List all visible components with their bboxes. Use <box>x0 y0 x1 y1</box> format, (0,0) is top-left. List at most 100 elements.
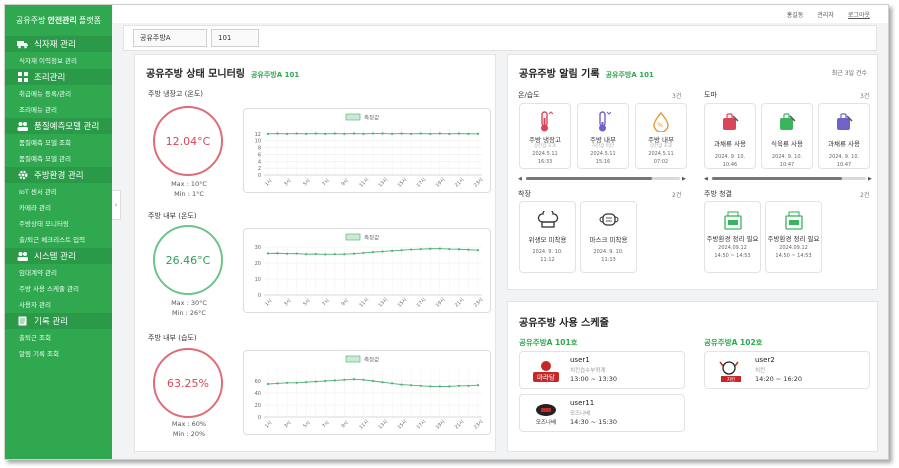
trash-bin-icon <box>721 208 745 232</box>
thermometer-low-icon <box>591 110 615 134</box>
chevron-right-icon: › <box>114 201 118 209</box>
sidebar-item-checklist[interactable]: 출/퇴근 체크리스트 입력 <box>5 231 112 247</box>
data-point <box>467 384 470 387</box>
x-tick-label: 7시 <box>321 298 331 308</box>
data-point <box>476 249 480 252</box>
alerts-card: 공유주방 알림 기록 공유주방A 101 최근 3일 건수 온/습도 3건 주방… <box>507 54 878 290</box>
x-tick-label: 15시 <box>396 297 408 309</box>
legend-swatch <box>345 355 361 363</box>
horizontal-scrollbar[interactable] <box>712 177 866 180</box>
data-point <box>305 132 308 135</box>
data-point <box>362 132 365 135</box>
data-point <box>381 132 384 135</box>
top-bar: 홍길동 관리자 로그아웃 <box>113 5 888 23</box>
x-tick-label: 15시 <box>396 177 408 189</box>
data-point <box>410 132 413 135</box>
data-point <box>371 379 375 383</box>
data-point <box>362 251 365 255</box>
restaurant-logo: 마라탕 <box>532 357 560 385</box>
alert-item[interactable]: 과채류 사용 2024. 9. 10. 10:46 <box>704 103 756 169</box>
data-point <box>276 132 279 135</box>
kitchen-select[interactable]: 공유주방A <box>133 29 207 47</box>
data-point <box>438 247 441 250</box>
scroll-right-icon[interactable]: ▶ <box>682 176 686 182</box>
brand-title: 공유주방 안전관리 플랫폼 <box>16 15 101 25</box>
menu-group-environment[interactable]: 주방환경 관리 <box>5 167 112 183</box>
sidebar-item-model-view[interactable]: 품질예측 모델 조회 <box>5 134 112 150</box>
room-title: 공유주방A 102호 <box>704 338 763 347</box>
data-point <box>476 132 480 135</box>
room-select[interactable]: 101 <box>211 29 259 47</box>
menu-group-records[interactable]: 기록 관리 <box>5 313 112 329</box>
x-tick-label: 7시 <box>321 420 331 430</box>
sidebar-item-users[interactable]: 사용자 관리 <box>5 296 112 312</box>
schedule-item[interactable]: 마라탕 user1 치킨습수부퀴계 13:00 ~ 13:30 <box>519 351 685 389</box>
monitor-subtitle: 공유주방A 101 <box>250 71 300 79</box>
data-point <box>419 132 422 135</box>
gauge-value: 63.25% <box>153 348 223 418</box>
x-tick-label: 21시 <box>454 297 466 309</box>
monitor-title: 공유주방 상태 모니터링 <box>146 69 245 80</box>
sidebar-item-attendance[interactable]: 출퇴근 조회 <box>5 329 112 345</box>
data-point <box>467 248 470 251</box>
scroll-left-icon[interactable]: ◀ <box>704 176 708 182</box>
gauge-value: 12.04°C <box>153 106 223 176</box>
y-tick-label: 30 <box>255 245 261 251</box>
schedule-item[interactable]: 치킨 user2 치킨 14:20 ~ 16:20 <box>704 351 870 389</box>
data-point <box>381 250 384 253</box>
data-point <box>457 384 461 387</box>
section-count: 2건 <box>672 192 682 199</box>
svg-text:마라탕: 마라탕 <box>537 373 555 382</box>
alert-item[interactable]: 식육류 사용 2024. 9. 10. 10:47 <box>761 103 813 169</box>
data-point <box>343 378 346 381</box>
alert-item[interactable]: % 주방 내부 상한값 초과 2024.5.11 07:02 <box>635 103 687 169</box>
sidebar-item-model-manage[interactable]: 품질예측 모델 관리 <box>5 150 112 166</box>
sidebar-collapse-toggle[interactable]: › <box>112 190 121 220</box>
data-point <box>448 247 451 251</box>
x-tick-label: 13시 <box>377 177 389 189</box>
alert-item[interactable]: 주방 내부 하한값 미만 2024.5.11 15:16 <box>577 103 629 169</box>
section-count: 3건 <box>672 93 682 100</box>
logout-link[interactable]: 로그아웃 <box>848 10 870 19</box>
menu-group-quality-model[interactable]: 품질예측모델 관리 <box>5 118 112 134</box>
scroll-left-icon[interactable]: ◀ <box>518 176 522 182</box>
sidebar-item-camera[interactable]: 카메라 관리 <box>5 199 112 215</box>
sidebar-item-ingredient-history[interactable]: 식자재 이력정보 관리 <box>5 52 112 68</box>
y-tick-label: 10 <box>255 139 261 145</box>
chef-hat-icon <box>536 208 560 232</box>
data-point <box>410 384 413 387</box>
data-point <box>314 132 317 135</box>
menu-group-system[interactable]: 시스템 관리 <box>5 248 112 264</box>
sidebar-item-iot-sensor[interactable]: IoT 센서 관리 <box>5 183 112 199</box>
x-tick-label: 11시 <box>358 297 370 309</box>
alert-item[interactable]: 주방환경 정리 필요 2024.09.12 14:50 ~ 14:53 <box>704 201 761 273</box>
horizontal-scrollbar[interactable] <box>526 177 680 180</box>
alert-item[interactable]: 마스크 미착용 2024. 9. 10. 11:13 <box>580 201 637 273</box>
menu-group-ingredients[interactable]: 식자재 관리 <box>5 36 112 52</box>
cutting-board-icon <box>832 110 856 134</box>
data-point <box>448 132 451 135</box>
alert-item[interactable]: 주방 냉장고 상한값 초과 2024.5.11 16:33 <box>519 103 571 169</box>
alert-item[interactable]: 주방환경 정리 필요 2024.09.12 14:50 ~ 14:53 <box>765 201 822 273</box>
sidebar-item-menu-register[interactable]: 취급메뉴 등록/관리 <box>5 85 112 101</box>
data-point <box>457 248 461 251</box>
x-tick-label: 19시 <box>435 297 447 309</box>
cutting-board-icon <box>718 110 742 134</box>
document-icon <box>17 316 28 327</box>
schedule-item[interactable]: 모즈나베 user11 모즈나베 14:30 ~ 15:30 <box>519 394 685 432</box>
data-point <box>390 249 394 252</box>
sensor-label: 주방 냉장고 (온도) <box>148 90 203 98</box>
scroll-right-icon[interactable]: ▶ <box>868 176 872 182</box>
alert-item[interactable]: 위생모 미착용 2024. 9. 10. 11:12 <box>519 201 576 273</box>
alert-item[interactable]: 과채류 사용 2024. 9. 10. 10:47 <box>818 103 870 169</box>
people-icon <box>17 121 28 132</box>
restaurant-logo: 치킨 <box>717 357 745 385</box>
menu-group-cooking[interactable]: 조리관리 <box>5 69 112 85</box>
sidebar-item-alert-records[interactable]: 알림 기록 조회 <box>5 345 112 361</box>
sidebar-item-monitoring[interactable]: 주방상태 모니터링 <box>5 215 112 231</box>
data-point <box>390 132 394 135</box>
schedule-card: 공유주방 사용 스케줄 공유주방A 101호 마라탕 user1 치킨습수부퀴계… <box>507 301 878 452</box>
sidebar-item-lease[interactable]: 임대계약 관리 <box>5 264 112 280</box>
sidebar-item-schedule[interactable]: 주방 사용 스케줄 관리 <box>5 280 112 296</box>
sidebar-item-cooking-menu[interactable]: 조리메뉴 관리 <box>5 101 112 117</box>
